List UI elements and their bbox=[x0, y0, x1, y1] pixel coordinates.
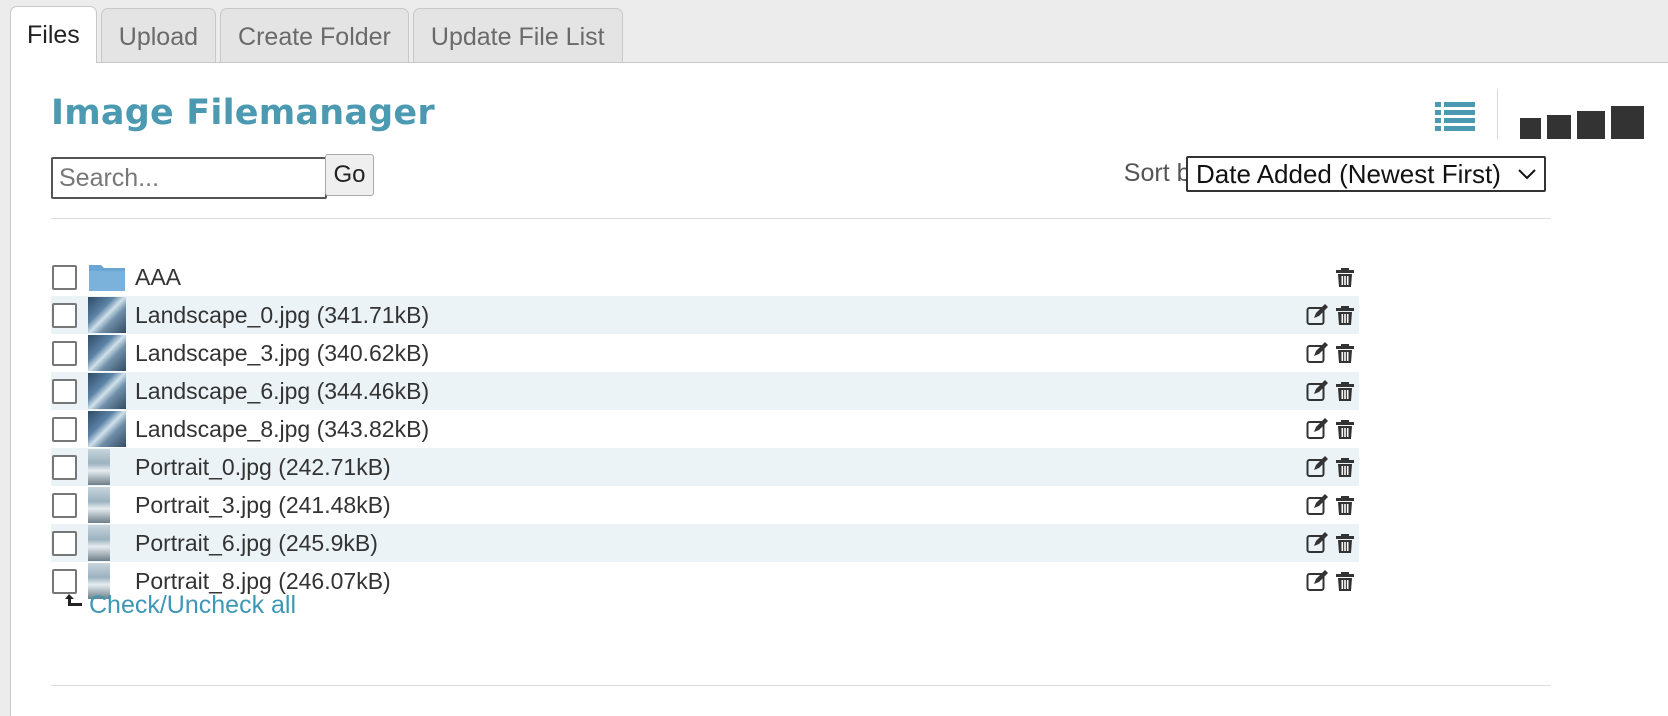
tab-update-file-list[interactable]: Update File List bbox=[412, 8, 623, 63]
view-separator bbox=[1497, 89, 1498, 139]
image-thumbnail[interactable] bbox=[88, 411, 126, 447]
edit-icon[interactable] bbox=[1305, 341, 1329, 365]
thumb-size-1-icon[interactable] bbox=[1520, 118, 1541, 139]
row-actions bbox=[1305, 296, 1359, 334]
row-actions bbox=[1305, 524, 1359, 562]
trash-icon[interactable] bbox=[1333, 379, 1357, 403]
trash-icon[interactable] bbox=[1333, 569, 1357, 593]
tab-bar: Files Upload Create Folder Update File L… bbox=[10, 6, 627, 63]
image-thumbnail[interactable] bbox=[88, 449, 110, 485]
list-item: Landscape_8.jpg (343.82kB) bbox=[51, 410, 1359, 448]
trash-icon[interactable] bbox=[1333, 417, 1357, 441]
list-item: AAA bbox=[51, 258, 1359, 296]
edit-icon[interactable] bbox=[1305, 569, 1329, 593]
image-thumbnail[interactable] bbox=[88, 335, 126, 371]
list-item: Portrait_6.jpg (245.9kB) bbox=[51, 524, 1359, 562]
file-name[interactable]: AAA bbox=[135, 264, 181, 291]
edit-icon[interactable] bbox=[1305, 455, 1329, 479]
row-actions bbox=[1333, 258, 1359, 296]
trash-icon[interactable] bbox=[1333, 455, 1357, 479]
check-all-link[interactable]: Check/Uncheck all bbox=[89, 591, 296, 620]
trash-icon[interactable] bbox=[1333, 531, 1357, 555]
row-checkbox[interactable] bbox=[52, 378, 77, 404]
tab-upload[interactable]: Upload bbox=[100, 8, 217, 63]
thumb-size-3-icon[interactable] bbox=[1577, 111, 1605, 139]
folder-icon[interactable] bbox=[88, 262, 126, 292]
divider-top bbox=[51, 218, 1551, 219]
divider-bottom bbox=[51, 685, 1551, 686]
tab-files[interactable]: Files bbox=[10, 6, 97, 63]
go-button[interactable]: Go bbox=[325, 154, 374, 196]
file-name[interactable]: Portrait_0.jpg (242.71kB) bbox=[135, 454, 391, 481]
row-checkbox[interactable] bbox=[52, 530, 77, 556]
file-name[interactable]: Landscape_3.jpg (340.62kB) bbox=[135, 340, 429, 367]
file-name[interactable]: Landscape_8.jpg (343.82kB) bbox=[135, 416, 429, 443]
list-item: Landscape_6.jpg (344.46kB) bbox=[51, 372, 1359, 410]
search-input[interactable] bbox=[51, 157, 327, 199]
file-name[interactable]: Portrait_6.jpg (245.9kB) bbox=[135, 530, 378, 557]
row-checkbox[interactable] bbox=[52, 302, 77, 328]
thumb-size-4-icon[interactable] bbox=[1611, 106, 1644, 139]
file-list: AAA Landscape_0.jpg (341.71kB) Landscape… bbox=[51, 258, 1359, 600]
row-actions bbox=[1305, 410, 1359, 448]
row-actions bbox=[1305, 334, 1359, 372]
row-actions bbox=[1305, 562, 1359, 600]
file-name[interactable]: Landscape_6.jpg (344.46kB) bbox=[135, 378, 429, 405]
image-thumbnail[interactable] bbox=[88, 487, 110, 523]
sort-select[interactable]: Date Added (Newest First) bbox=[1186, 156, 1546, 192]
row-actions bbox=[1305, 372, 1359, 410]
row-actions bbox=[1305, 448, 1359, 486]
trash-icon[interactable] bbox=[1333, 493, 1357, 517]
list-item: Portrait_3.jpg (241.48kB) bbox=[51, 486, 1359, 524]
corner-up-arrow-icon bbox=[65, 593, 82, 606]
edit-icon[interactable] bbox=[1305, 303, 1329, 327]
filemanager-panel: Image Filemanager Go Sort by Date Added … bbox=[10, 62, 1668, 716]
row-checkbox[interactable] bbox=[52, 264, 77, 290]
row-checkbox[interactable] bbox=[52, 416, 77, 442]
list-item: Landscape_3.jpg (340.62kB) bbox=[51, 334, 1359, 372]
tab-create-folder[interactable]: Create Folder bbox=[220, 8, 409, 63]
row-checkbox[interactable] bbox=[52, 340, 77, 366]
trash-icon[interactable] bbox=[1333, 265, 1357, 289]
check-all-row: Check/Uncheck all bbox=[65, 591, 296, 620]
row-checkbox[interactable] bbox=[52, 454, 77, 480]
view-switcher bbox=[1435, 89, 1644, 139]
thumb-size-2-icon[interactable] bbox=[1547, 115, 1571, 139]
image-thumbnail[interactable] bbox=[88, 525, 110, 561]
chevron-down-icon bbox=[1518, 169, 1536, 180]
row-checkbox[interactable] bbox=[52, 568, 77, 594]
list-view-icon[interactable] bbox=[1435, 99, 1475, 135]
trash-icon[interactable] bbox=[1333, 341, 1357, 365]
list-item: Landscape_0.jpg (341.71kB) bbox=[51, 296, 1359, 334]
row-actions bbox=[1305, 486, 1359, 524]
list-item: Portrait_0.jpg (242.71kB) bbox=[51, 448, 1359, 486]
trash-icon[interactable] bbox=[1333, 303, 1357, 327]
row-checkbox[interactable] bbox=[52, 492, 77, 518]
file-name[interactable]: Landscape_0.jpg (341.71kB) bbox=[135, 302, 429, 329]
edit-icon[interactable] bbox=[1305, 417, 1329, 441]
edit-icon[interactable] bbox=[1305, 379, 1329, 403]
page-title: Image Filemanager bbox=[51, 93, 435, 133]
file-name[interactable]: Portrait_3.jpg (241.48kB) bbox=[135, 492, 391, 519]
sort-selected-value: Date Added (Newest First) bbox=[1196, 158, 1501, 189]
edit-icon[interactable] bbox=[1305, 493, 1329, 517]
image-thumbnail[interactable] bbox=[88, 297, 126, 333]
edit-icon[interactable] bbox=[1305, 531, 1329, 555]
image-thumbnail[interactable] bbox=[88, 373, 126, 409]
